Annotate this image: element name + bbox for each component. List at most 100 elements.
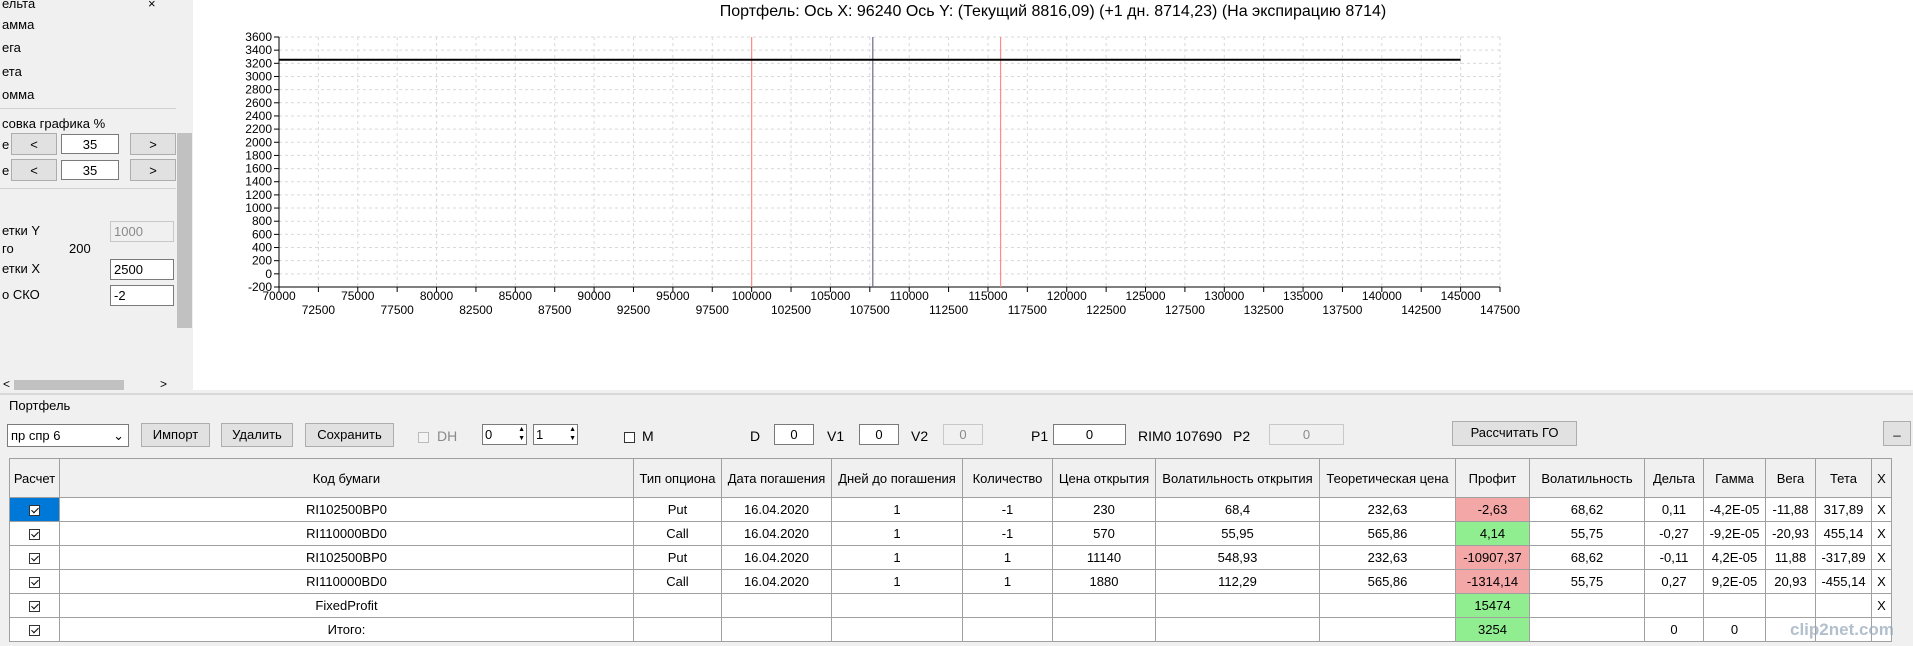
table-row[interactable]: RI110000BD0 Call 16.04.2020 1 -1 570 55,… [9, 521, 1892, 546]
portfolio-select[interactable]: пр спр 6 ⌄ [7, 424, 129, 447]
cell-vol[interactable]: 68,62 [1529, 497, 1645, 522]
greek-gamma-label[interactable]: амма [2, 17, 34, 32]
greek-vega-label[interactable]: ега [2, 40, 21, 55]
cell-date[interactable]: 16.04.2020 [721, 521, 832, 546]
cell-delta[interactable]: 0,27 [1644, 569, 1704, 594]
greek-theta-label[interactable]: ета [2, 64, 22, 79]
p2-input[interactable]: 0 [1269, 424, 1344, 445]
cell-vega[interactable]: 11,88 [1765, 545, 1816, 570]
greek-delta-label[interactable]: ельта [2, 0, 35, 11]
spin-arrows-icon[interactable]: ▲ ▼ [518, 425, 525, 443]
cell-gamma[interactable]: 9,2E-05 [1703, 569, 1766, 594]
calc-checkbox[interactable] [9, 545, 60, 570]
calc-checkbox[interactable] [9, 617, 60, 642]
scale-1-decrease-button[interactable]: < [11, 133, 57, 155]
cell-date[interactable]: 16.04.2020 [721, 569, 832, 594]
cell-vega[interactable]: -20,93 [1765, 521, 1816, 546]
close-icon[interactable]: × [148, 0, 156, 11]
cell-theo[interactable]: 565,86 [1319, 521, 1456, 546]
cell-theta[interactable]: -317,89 [1815, 545, 1872, 570]
cell-code[interactable]: FixedProfit [59, 593, 634, 618]
cell-price[interactable]: 1880 [1052, 569, 1156, 594]
cell-price[interactable]: 11140 [1052, 545, 1156, 570]
calc-checkbox[interactable] [9, 497, 60, 522]
col-header-x[interactable]: X [1871, 458, 1892, 498]
cell-code[interactable]: RI102500BP0 [59, 497, 634, 522]
delete-row-button[interactable]: X [1871, 593, 1892, 618]
cell-code[interactable]: RI110000BD0 [59, 521, 634, 546]
cell-price[interactable]: 570 [1052, 521, 1156, 546]
col-header-theta[interactable]: Тета [1815, 458, 1872, 498]
spin-2-input[interactable]: 1 ▲ ▼ [533, 424, 578, 445]
cell-days[interactable]: 1 [831, 545, 963, 570]
cell-profit[interactable]: -2,63 [1455, 497, 1530, 522]
cell-gamma[interactable]: 0 [1703, 617, 1766, 642]
cell-theta[interactable]: -455,14 [1815, 569, 1872, 594]
d-input[interactable]: 0 [774, 424, 814, 445]
vertical-scrollbar-thumb[interactable] [177, 133, 192, 328]
cell-theo[interactable]: 232,63 [1319, 497, 1456, 522]
cell-price[interactable]: 230 [1052, 497, 1156, 522]
scale-2-value[interactable]: 35 [61, 160, 119, 180]
cell-profit[interactable]: -1314,14 [1455, 569, 1530, 594]
save-button[interactable]: Сохранить [305, 423, 394, 447]
delete-button[interactable]: Удалить [221, 423, 293, 447]
m-checkbox[interactable] [624, 429, 635, 444]
col-header-volatility[interactable]: Волатильность [1529, 458, 1645, 498]
calc-checkbox[interactable] [9, 521, 60, 546]
spin-arrows-icon[interactable]: ▲ ▼ [569, 425, 576, 443]
table-row[interactable]: RI102500BP0 Put 16.04.2020 1 -1 230 68,4… [9, 497, 1892, 522]
cell-vol-open[interactable]: 55,95 [1155, 521, 1320, 546]
chevron-down-icon[interactable]: ⌄ [113, 425, 124, 446]
col-header-quantity[interactable]: Количество [962, 458, 1053, 498]
cell-gamma[interactable]: -9,2E-05 [1703, 521, 1766, 546]
scroll-left-icon[interactable]: < [3, 377, 10, 391]
greek-vomma-label[interactable]: омма [2, 87, 34, 102]
sko-input[interactable]: -2 [110, 285, 174, 306]
delete-row-button[interactable]: X [1871, 545, 1892, 570]
cell-delta[interactable]: -0,27 [1644, 521, 1704, 546]
cell-theo[interactable]: 565,86 [1319, 569, 1456, 594]
cell-vol-open[interactable]: 548,93 [1155, 545, 1320, 570]
minimize-button[interactable]: _ [1883, 421, 1911, 446]
scale-1-value[interactable]: 35 [61, 134, 119, 154]
col-header-code[interactable]: Код бумаги [59, 458, 634, 498]
col-header-gamma[interactable]: Гамма [1703, 458, 1766, 498]
cell-qty[interactable]: -1 [962, 497, 1053, 522]
grid-x-input[interactable]: 2500 [110, 259, 174, 280]
col-header-profit[interactable]: Профит [1455, 458, 1530, 498]
cell-profit[interactable]: -10907,37 [1455, 545, 1530, 570]
cell-qty[interactable]: -1 [962, 521, 1053, 546]
cell-date[interactable]: 16.04.2020 [721, 545, 832, 570]
cell-vol[interactable]: 55,75 [1529, 521, 1645, 546]
cell-code[interactable]: Итого: [59, 617, 634, 642]
table-row-total[interactable]: Итого: 3254 0 0 [9, 617, 1892, 642]
cell-type[interactable]: Call [633, 521, 722, 546]
col-header-delta[interactable]: Дельта [1644, 458, 1704, 498]
delete-row-button[interactable]: X [1871, 521, 1892, 546]
scroll-right-icon[interactable]: > [160, 377, 167, 391]
col-header-calc[interactable]: Расчет [9, 458, 60, 498]
cell-vol-open[interactable]: 68,4 [1155, 497, 1320, 522]
spin-1-input[interactable]: 0 ▲ ▼ [482, 424, 527, 445]
table-row[interactable]: RI102500BP0 Put 16.04.2020 1 1 11140 548… [9, 545, 1892, 570]
cell-delta[interactable]: -0,11 [1644, 545, 1704, 570]
cell-date[interactable]: 16.04.2020 [721, 497, 832, 522]
cell-days[interactable]: 1 [831, 521, 963, 546]
dh-checkbox[interactable] [418, 429, 429, 444]
col-header-theoretical-price[interactable]: Теоретическая цена [1319, 458, 1456, 498]
cell-days[interactable]: 1 [831, 497, 963, 522]
cell-days[interactable]: 1 [831, 569, 963, 594]
cell-qty[interactable]: 1 [962, 545, 1053, 570]
col-header-open-price[interactable]: Цена открытия [1052, 458, 1156, 498]
cell-delta[interactable]: 0,11 [1644, 497, 1704, 522]
table-row-fixed-profit[interactable]: FixedProfit 15474 X [9, 593, 1892, 618]
calc-margin-button[interactable]: Рассчитать ГО [1452, 421, 1577, 446]
cell-delta[interactable]: 0 [1644, 617, 1704, 642]
horizontal-scrollbar-thumb[interactable] [14, 380, 124, 390]
cell-type[interactable]: Call [633, 569, 722, 594]
delete-row-button[interactable]: X [1871, 569, 1892, 594]
p1-input[interactable]: 0 [1053, 424, 1126, 445]
cell-gamma[interactable]: 4,2E-05 [1703, 545, 1766, 570]
cell-profit[interactable]: 15474 [1455, 593, 1530, 618]
